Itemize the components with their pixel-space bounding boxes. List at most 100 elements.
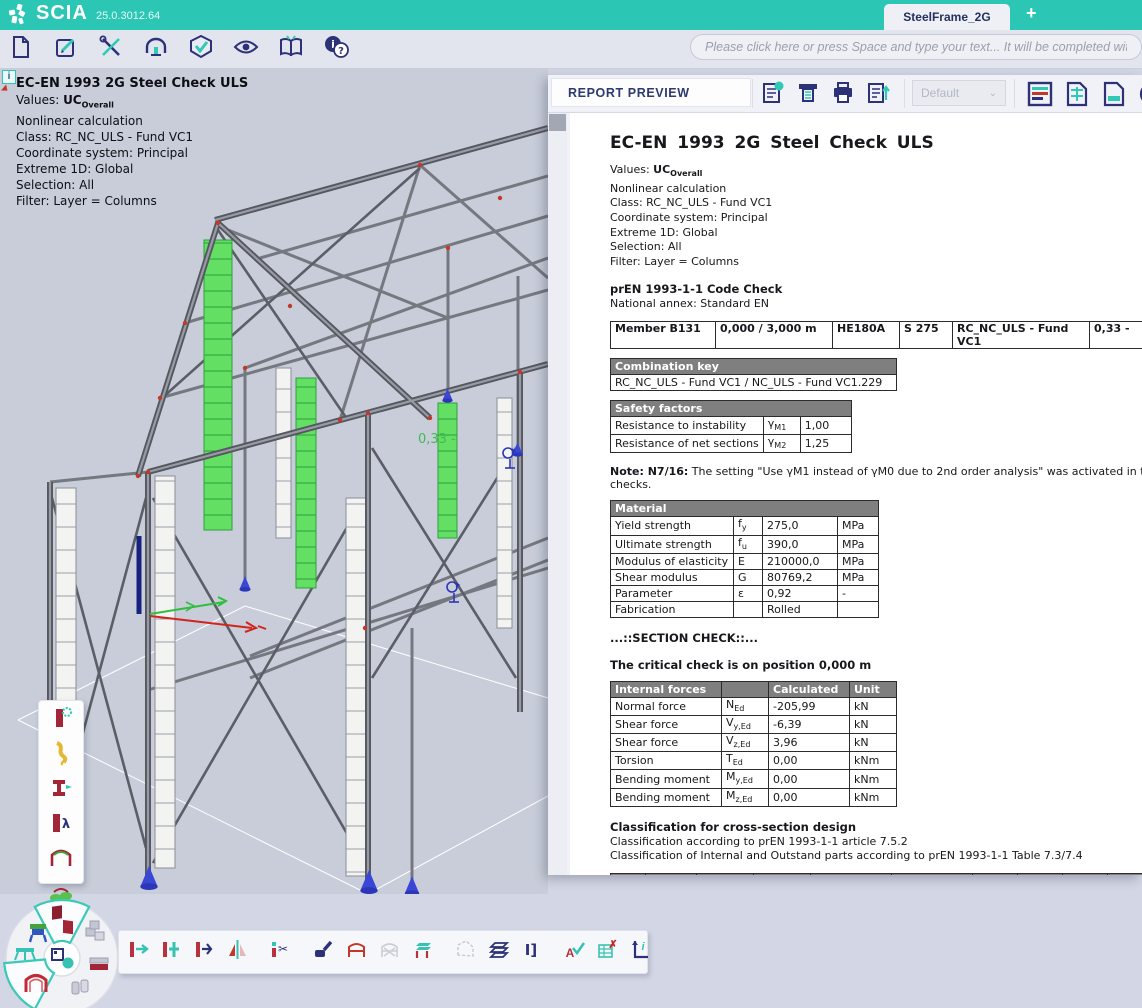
svg-text:✗: ✗ [608, 939, 617, 951]
new-tab-button[interactable]: + [1026, 3, 1037, 24]
note-line2: checks. [610, 478, 1142, 491]
input-panel-toolbar: λ [38, 700, 84, 884]
scia-logo-icon [6, 2, 32, 28]
dropdown-value: Default [921, 86, 959, 100]
portal-frame-icon[interactable] [345, 938, 368, 966]
report-toolbar-left [760, 80, 891, 111]
critical-check-line: The critical check is on position 0,000 … [610, 658, 1142, 672]
brand-name: SCIA [36, 2, 88, 25]
connect-members-icon[interactable] [160, 938, 183, 966]
title-bar: SCIA 25.0.3012.64 SteelFrame_2G + [0, 0, 1142, 30]
spacebar-command-input[interactable] [690, 34, 1142, 60]
material-table: Material Yield strengthfy275,0MPa Ultima… [610, 500, 879, 617]
mirror-icon[interactable] [226, 938, 249, 966]
workstation-icon[interactable] [143, 34, 169, 60]
report-toolbar-right: 100 [1026, 80, 1142, 113]
page-setup-icon[interactable] [1063, 80, 1091, 113]
report-meta-line: Class: RC_NC_ULS - Fund VC1 [610, 196, 1142, 211]
arch-frame-icon[interactable] [48, 845, 74, 876]
chevron-down-icon: ⌄ [989, 88, 997, 99]
wheel-icon-floor-stack[interactable] [90, 958, 108, 970]
copy-properties-icon[interactable] [312, 938, 335, 966]
safety-factors-table: Safety factors Resistance to instability… [610, 400, 852, 453]
delete-table-icon[interactable]: ✗ [596, 938, 619, 966]
result-legend: EC-EN 1993 2G Steel Check ULS Values: UC… [16, 76, 248, 209]
rename-icon[interactable]: I] [520, 938, 543, 966]
layers-icon[interactable] [487, 938, 510, 966]
report-preview-panel: REPORT PREVIEW Default ⌄ 100 [548, 75, 1142, 875]
report-page: EC-EN 1993 2G Steel Check ULS Values: UC… [570, 113, 1142, 875]
modify-toolbar: ✂ I] A ✗ i [118, 930, 648, 974]
new-document-icon[interactable] [8, 34, 34, 60]
portal-frame-hinged-icon[interactable] [378, 938, 401, 966]
check-value-label: 0,33 - [418, 432, 456, 447]
code-check-annex: National annex: Standard EN [610, 297, 1142, 312]
classification-line: Classification according to prEN 1993-1-… [610, 835, 1142, 850]
report-meta-line: Selection: All [610, 240, 1142, 255]
viewport-info-icon[interactable]: i [2, 70, 16, 84]
coordinate-info-icon[interactable]: i [629, 938, 652, 966]
report-meta-line: Extreme 1D: Global [610, 226, 1142, 241]
app-version: 25.0.3012.64 [96, 10, 160, 22]
classification-table: Id Type c[mm] t[mm] σ1[kN/m²] σ2[kN/m²] … [610, 873, 1142, 875]
result-legend-line: Nonlinear calculation [16, 113, 248, 129]
model-check-icon[interactable] [188, 34, 214, 60]
report-meta-line: Coordinate system: Principal [610, 211, 1142, 226]
member-column-icon[interactable] [48, 705, 74, 736]
cross-section-icon[interactable] [48, 775, 74, 806]
print-icon[interactable] [830, 80, 856, 111]
tools-icon[interactable] [98, 34, 124, 60]
result-legend-title: EC-EN 1993 2G Steel Check ULS [16, 76, 248, 92]
check-diagrams-green [204, 240, 457, 588]
scrollbar-thumb[interactable] [549, 114, 566, 131]
report-meta-line: Filter: Layer = Columns [610, 255, 1142, 270]
code-check-title: prEN 1993-1-1 Code Check [610, 282, 1142, 296]
note-line: Note: N7/16: The setting "Use γM1 instea… [610, 465, 1142, 478]
result-legend-line: Selection: All [16, 177, 248, 193]
report-panel-title[interactable]: REPORT PREVIEW [551, 78, 751, 107]
visibility-icon[interactable] [233, 34, 259, 60]
polygon-selection-icon[interactable] [454, 938, 477, 966]
section-check-heading: ...::SECTION CHECK::... [610, 631, 1142, 645]
member-summary-table: Member B131 0,000 / 3,000 m HE180A S 275… [610, 321, 1142, 349]
edit-icon[interactable] [53, 34, 79, 60]
zoom-100-icon[interactable]: 100 [1137, 80, 1142, 113]
result-legend-line: Coordinate system: Principal [16, 145, 248, 161]
result-legend-line: Filter: Layer = Columns [16, 193, 248, 209]
result-legend-line: Extreme 1D: Global [16, 161, 248, 177]
report-panel-header: REPORT PREVIEW Default ⌄ 100 [548, 75, 1142, 113]
check-input-icon[interactable]: A [563, 938, 586, 966]
report-values-line: Values: UCOverall [610, 163, 1142, 182]
svg-text:i: i [641, 941, 645, 953]
buckling-length-icon[interactable]: λ [48, 810, 74, 841]
help-icon[interactable]: i? [323, 34, 349, 60]
report-scrollbar[interactable] [548, 113, 567, 875]
result-legend-values: Values: UCOverall [16, 92, 248, 113]
internal-forces-table: Internal forcesCalculatedUnit Normal for… [610, 681, 897, 807]
cut-member-icon[interactable]: ✂ [269, 938, 292, 966]
svg-text:λ: λ [62, 817, 70, 832]
report-template-dropdown[interactable]: Default ⌄ [912, 80, 1006, 106]
svg-text:✂: ✂ [278, 942, 288, 956]
project-tab[interactable]: SteelFrame_2G [884, 4, 1010, 30]
export-icon[interactable] [865, 80, 891, 111]
scia-application-window: SCIA 25.0.3012.64 SteelFrame_2G + i? [0, 0, 1142, 1008]
svg-text:?: ? [338, 46, 344, 57]
extend-member-icon[interactable] [127, 938, 150, 966]
frame-grid-icon[interactable] [411, 938, 434, 966]
library-icon[interactable] [278, 34, 304, 60]
new-report-icon[interactable] [760, 80, 786, 111]
page-preview-icon[interactable] [1100, 80, 1128, 113]
classification-title: Classification for cross-section design [610, 820, 1142, 834]
main-toolbar-icons: i? [8, 34, 349, 60]
insert-item-icon[interactable] [795, 80, 821, 111]
classification-line: Classification of Internal and Outstand … [610, 849, 1142, 864]
connect-node-icon[interactable] [193, 938, 216, 966]
report-meta-line: Nonlinear calculation [610, 182, 1142, 197]
curved-beam-icon[interactable] [48, 740, 74, 771]
table-of-contents-icon[interactable] [1026, 80, 1054, 113]
combination-key-table: Combination key RC_NC_ULS - Fund VC1 / N… [610, 358, 897, 391]
result-legend-line: Class: RC_NC_ULS - Fund VC1 [16, 129, 248, 145]
svg-text:I]: I] [525, 941, 537, 959]
report-title: EC-EN 1993 2G Steel Check ULS [610, 133, 1142, 153]
